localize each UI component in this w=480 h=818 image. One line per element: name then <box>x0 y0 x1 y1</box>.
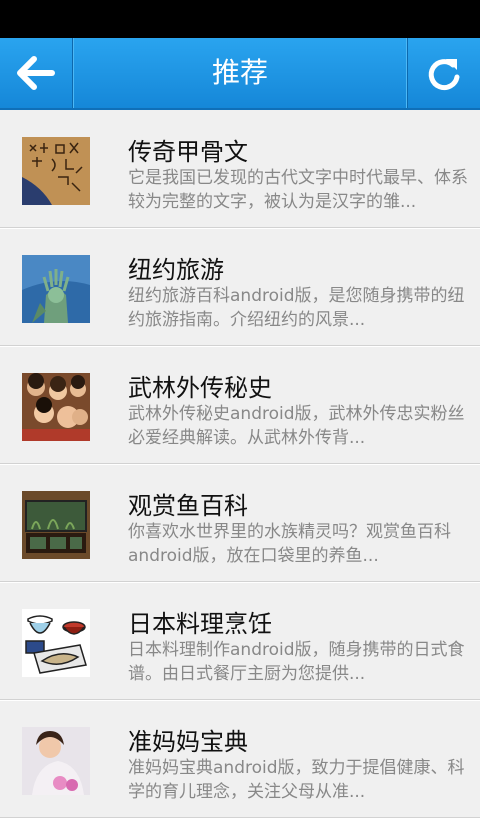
list-item[interactable]: 日本料理烹饪 日本料理制作android版，随身携带的日式食谱。由日式餐厅主厨为… <box>0 582 480 700</box>
statue-of-liberty-thumbnail <box>22 255 90 323</box>
item-title: 准妈妈宝典 <box>128 728 248 756</box>
cast-photo-thumbnail <box>22 373 90 441</box>
item-title: 纽约旅游 <box>128 256 224 284</box>
item-description: 日本料理制作android版，随身携带的日式食谱。由日式餐厅主厨为您提供... <box>128 640 465 684</box>
page-title: 推荐 <box>211 56 268 89</box>
list-item[interactable]: 传奇甲骨文 它是我国已发现的古代文字中时代最早、体系较为完整的文字，被认为是汉字… <box>0 110 480 228</box>
arrow-left-icon <box>17 56 55 90</box>
aquarium-thumbnail <box>22 491 90 559</box>
japanese-food-thumbnail <box>22 609 90 677</box>
list-item[interactable]: 武林外传秘史 武林外传秘史android版，武林外传忠实粉丝必爱经典解读。从武林… <box>0 346 480 464</box>
pregnant-woman-thumbnail <box>22 727 90 795</box>
item-title: 武林外传秘史 <box>128 374 272 402</box>
item-description: 你喜欢水世界里的水族精灵吗？观赏鱼百科android版，放在口袋里的养鱼... <box>128 522 451 566</box>
refresh-button[interactable] <box>407 38 480 108</box>
title-bar: 推荐 <box>0 38 480 110</box>
back-button[interactable] <box>0 38 73 108</box>
item-description: 纽约旅游百科android版，是您随身携带的纽约旅游指南。介绍纽约的风景... <box>128 286 465 330</box>
list-item[interactable]: 纽约旅游 纽约旅游百科android版，是您随身携带的纽约旅游指南。介绍纽约的风… <box>0 228 480 346</box>
item-description: 武林外传秘史android版，武林外传忠实粉丝必爱经典解读。从武林外传背... <box>128 404 465 448</box>
recommendation-list: 传奇甲骨文 它是我国已发现的古代文字中时代最早、体系较为完整的文字，被认为是汉字… <box>0 110 480 818</box>
list-item[interactable]: 准妈妈宝典 准妈妈宝典android版，致力于提倡健康、科学的育儿理念，关注父母… <box>0 700 480 818</box>
item-title: 传奇甲骨文 <box>128 138 248 166</box>
item-description: 它是我国已发现的古代文字中时代最早、体系较为完整的文字，被认为是汉字的雏... <box>128 168 468 212</box>
item-title: 日本料理烹饪 <box>128 610 272 638</box>
item-title: 观赏鱼百科 <box>128 492 248 520</box>
refresh-icon <box>428 59 460 91</box>
item-description: 准妈妈宝典android版，致力于提倡健康、科学的育儿理念，关注父母从准... <box>128 758 465 802</box>
list-item[interactable]: 观赏鱼百科 你喜欢水世界里的水族精灵吗？观赏鱼百科android版，放在口袋里的… <box>0 464 480 582</box>
oracle-bone-thumbnail <box>22 137 90 205</box>
status-bar <box>0 0 480 38</box>
